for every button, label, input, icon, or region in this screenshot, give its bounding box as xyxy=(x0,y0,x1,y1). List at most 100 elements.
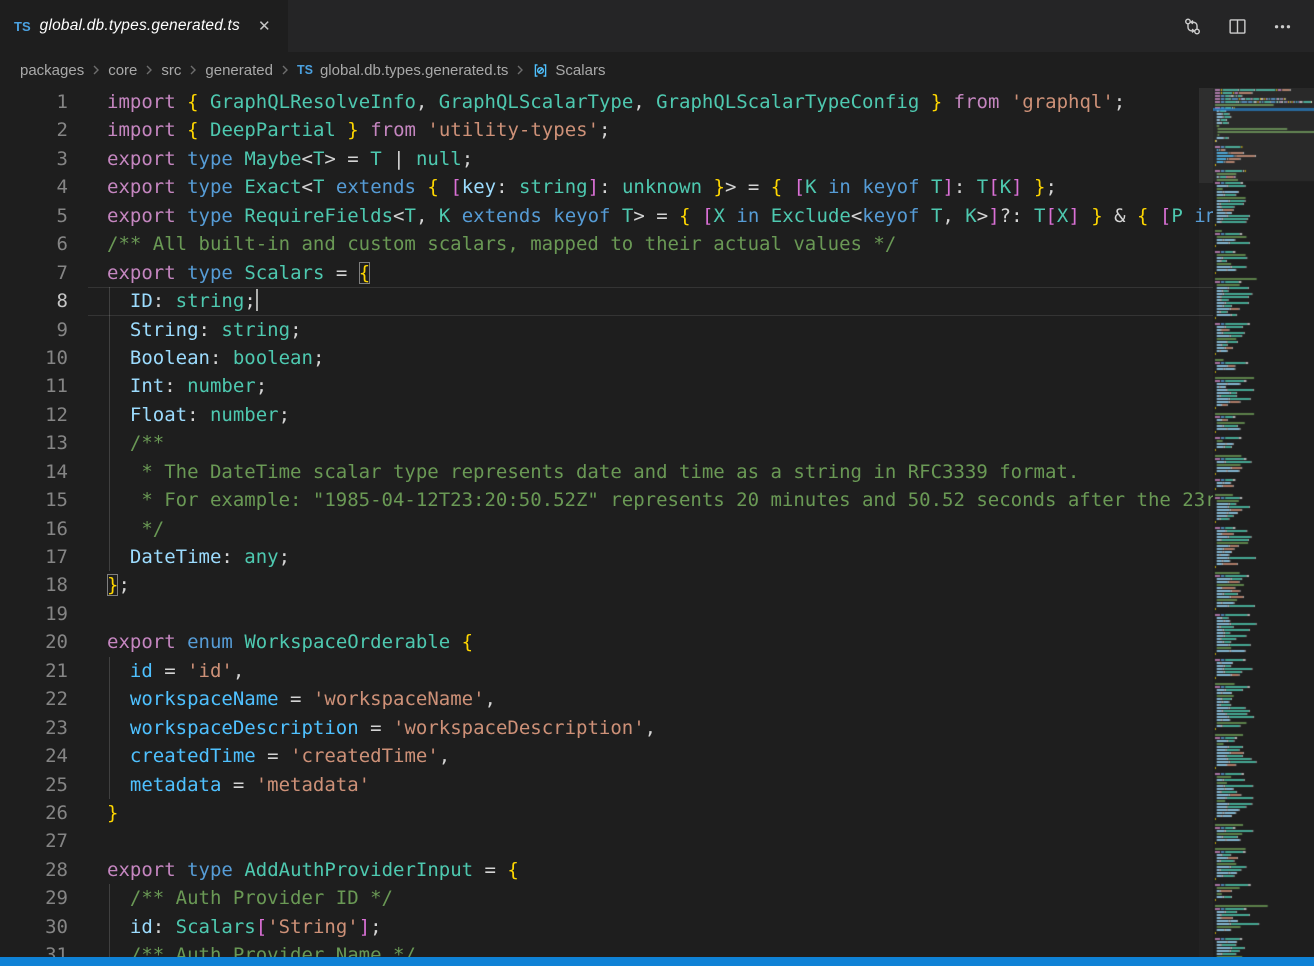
minimap[interactable] xyxy=(1213,88,1314,957)
line-number: 11 xyxy=(0,372,68,400)
line-number: 4 xyxy=(0,173,68,201)
code-text: * For example: "1985-04-12T23:20:50.52Z"… xyxy=(68,486,1213,514)
code-line[interactable]: 1import { GraphQLResolveInfo, GraphQLSca… xyxy=(0,88,1213,116)
breadcrumb-item-core[interactable]: core xyxy=(84,62,137,79)
code-line[interactable]: 27 xyxy=(0,827,1213,855)
code-text: * The DateTime scalar type represents da… xyxy=(68,458,1213,486)
line-number: 1 xyxy=(0,88,68,116)
code-line[interactable]: 4export type Exact<T extends { [key: str… xyxy=(0,173,1213,201)
code-line[interactable]: 31 /** Auth Provider Name */ xyxy=(0,941,1213,957)
line-number: 17 xyxy=(0,543,68,571)
code-line[interactable]: 11 Int: number; xyxy=(0,372,1213,400)
chevron-right-icon xyxy=(277,62,293,78)
code-text: }; xyxy=(68,571,1213,599)
chevron-right-icon xyxy=(141,62,157,78)
line-number: 6 xyxy=(0,230,68,258)
symbol-type-icon xyxy=(532,62,549,79)
code-line[interactable]: 30 id: Scalars['String']; xyxy=(0,913,1213,941)
chevron-right-icon xyxy=(88,62,104,78)
code-text: import { GraphQLResolveInfo, GraphQLScal… xyxy=(68,88,1213,116)
open-changes-icon[interactable] xyxy=(1183,17,1202,36)
indent-guide xyxy=(109,742,110,770)
code-text: id = 'id', xyxy=(68,657,1213,685)
indent-guide xyxy=(109,287,110,315)
code-text: export type Maybe<T> = T | null; xyxy=(68,145,1213,173)
breadcrumb-item-scalars[interactable]: Scalars xyxy=(508,62,605,79)
code-line[interactable]: 23 workspaceDescription = 'workspaceDesc… xyxy=(0,714,1213,742)
code-line[interactable]: 19 xyxy=(0,600,1213,628)
breadcrumb-item-global-db-types-generated-ts[interactable]: TS global.db.types.generated.ts xyxy=(273,62,508,79)
text-cursor xyxy=(256,289,258,311)
code-line[interactable]: 3export type Maybe<T> = T | null; xyxy=(0,145,1213,173)
tab-label: global.db.types.generated.ts xyxy=(40,17,240,35)
code-line[interactable]: 21 id = 'id', xyxy=(0,657,1213,685)
code-text: import { DeepPartial } from 'utility-typ… xyxy=(68,116,1213,144)
code-line[interactable]: 14 * The DateTime scalar type represents… xyxy=(0,458,1213,486)
code-line[interactable]: 22 workspaceName = 'workspaceName', xyxy=(0,685,1213,713)
code-line[interactable]: 5export type RequireFields<T, K extends … xyxy=(0,202,1213,230)
line-number: 16 xyxy=(0,515,68,543)
code-text: export type AddAuthProviderInput = { xyxy=(68,856,1213,884)
indent-guide xyxy=(109,515,110,543)
vertical-scrollbar[interactable] xyxy=(1199,88,1213,957)
breadcrumb-label: core xyxy=(108,62,137,79)
code-line[interactable]: 24 createdTime = 'createdTime', xyxy=(0,742,1213,770)
code-line[interactable]: 29 /** Auth Provider ID */ xyxy=(0,884,1213,912)
code-text: */ xyxy=(68,515,1213,543)
split-editor-icon[interactable] xyxy=(1228,17,1247,36)
code-line[interactable]: 10 Boolean: boolean; xyxy=(0,344,1213,372)
code-text: /** Auth Provider Name */ xyxy=(68,941,1213,957)
indent-guide xyxy=(109,429,110,457)
indent-guide xyxy=(109,941,110,957)
code-line[interactable]: 25 metadata = 'metadata' xyxy=(0,771,1213,799)
code-line[interactable]: 15 * For example: "1985-04-12T23:20:50.5… xyxy=(0,486,1213,514)
code-text: id: Scalars['String']; xyxy=(68,913,1213,941)
line-number: 13 xyxy=(0,429,68,457)
code-text: workspaceDescription = 'workspaceDescrip… xyxy=(68,714,1213,742)
code-line[interactable]: 8 ID: string; xyxy=(0,287,1213,315)
code-line[interactable]: 28export type AddAuthProviderInput = { xyxy=(0,856,1213,884)
breadcrumb-item-src[interactable]: src xyxy=(137,62,181,79)
more-actions-icon[interactable] xyxy=(1273,17,1292,36)
code-text: Int: number; xyxy=(68,372,1213,400)
line-number: 24 xyxy=(0,742,68,770)
editor-actions xyxy=(1183,0,1314,52)
code-line[interactable]: 18}; xyxy=(0,571,1213,599)
line-number: 2 xyxy=(0,116,68,144)
scrollbar-slider[interactable] xyxy=(1199,88,1213,183)
code-text: metadata = 'metadata' xyxy=(68,771,1213,799)
line-number: 8 xyxy=(0,287,68,315)
code-text: Float: number; xyxy=(68,401,1213,429)
tab-global-db-types-generated[interactable]: TS global.db.types.generated.ts ✕ xyxy=(0,0,288,52)
breadcrumb-label: packages xyxy=(20,62,84,79)
indent-guide xyxy=(109,714,110,742)
code-line[interactable]: 20export enum WorkspaceOrderable { xyxy=(0,628,1213,656)
code-line[interactable]: 2import { DeepPartial } from 'utility-ty… xyxy=(0,116,1213,144)
indent-guide xyxy=(109,657,110,685)
code-line[interactable]: 13 /** xyxy=(0,429,1213,457)
typescript-file-icon: TS xyxy=(14,19,31,34)
code-text: } xyxy=(68,799,1213,827)
line-number: 5 xyxy=(0,202,68,230)
breadcrumb-label: global.db.types.generated.ts xyxy=(320,62,508,79)
code-line[interactable]: 26} xyxy=(0,799,1213,827)
breadcrumb-label: src xyxy=(161,62,181,79)
code-line[interactable]: 7export type Scalars = { xyxy=(0,259,1213,287)
indent-guide xyxy=(109,372,110,400)
breadcrumb-item-packages[interactable]: packages xyxy=(20,62,84,79)
code-text: /** All built-in and custom scalars, map… xyxy=(68,230,1213,258)
breadcrumb-item-generated[interactable]: generated xyxy=(181,62,273,79)
code-text: /** Auth Provider ID */ xyxy=(68,884,1213,912)
code-line[interactable]: 9 String: string; xyxy=(0,316,1213,344)
line-number: 22 xyxy=(0,685,68,713)
code-line[interactable]: 16 */ xyxy=(0,515,1213,543)
code-text: export type RequireFields<T, K extends k… xyxy=(68,202,1213,230)
code-line[interactable]: 17 DateTime: any; xyxy=(0,543,1213,571)
line-number: 29 xyxy=(0,884,68,912)
line-number: 9 xyxy=(0,316,68,344)
code-line[interactable]: 12 Float: number; xyxy=(0,401,1213,429)
typescript-file-icon: TS xyxy=(297,63,313,77)
tab-close-icon[interactable]: ✕ xyxy=(255,15,274,37)
code-line[interactable]: 6/** All built-in and custom scalars, ma… xyxy=(0,230,1213,258)
status-bar-strip xyxy=(0,957,1314,966)
